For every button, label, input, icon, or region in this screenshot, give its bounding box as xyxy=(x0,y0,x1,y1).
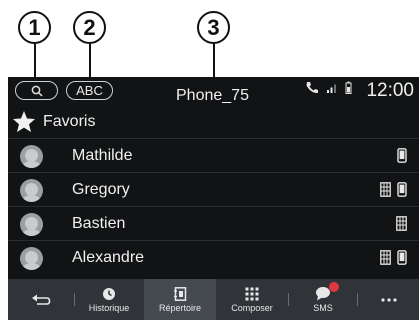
star-icon xyxy=(13,111,35,132)
phone-call-icon xyxy=(306,82,318,94)
contact-name: Alexandre xyxy=(72,249,145,266)
callout-1: 1 xyxy=(18,11,51,44)
tab-sms-label: SMS xyxy=(313,303,333,313)
header-bar: ABC Phone_75 12:00 xyxy=(8,77,419,104)
office-phone-icon xyxy=(380,182,391,197)
contact-name: Mathilde xyxy=(72,147,133,164)
tab-historique-label: Historique xyxy=(88,302,130,313)
tab-repertoire[interactable]: Répertoire xyxy=(144,279,216,320)
avatar xyxy=(20,213,43,236)
tab-repertoire-label: Répertoire xyxy=(158,302,202,313)
signal-icon xyxy=(327,84,336,93)
battery-icon xyxy=(345,81,352,94)
bottom-navigation: Historique Répertoire Composer SMS xyxy=(8,279,419,320)
callout-1-pointer xyxy=(34,44,36,81)
contact-phone-types xyxy=(397,148,407,163)
contact-row[interactable]: Mathilde xyxy=(8,140,419,173)
tab-composer[interactable]: Composer xyxy=(217,279,287,320)
callout-2: 2 xyxy=(73,11,106,44)
office-phone-icon xyxy=(380,250,391,265)
contact-name: Gregory xyxy=(72,181,130,198)
avatar xyxy=(20,179,43,202)
callout-3: 3 xyxy=(197,11,230,44)
contact-row[interactable]: Bastien xyxy=(8,208,419,241)
callout-1-number: 1 xyxy=(28,14,41,40)
callout-2-number: 2 xyxy=(83,14,96,40)
contact-phone-types xyxy=(396,216,407,231)
mobile-phone-icon xyxy=(397,250,407,265)
back-button[interactable] xyxy=(8,279,74,320)
contact-row[interactable]: Alexandre xyxy=(8,242,419,275)
search-button[interactable] xyxy=(15,81,58,100)
contacts-book-icon xyxy=(173,286,186,301)
tab-sms[interactable]: SMS xyxy=(289,279,357,320)
back-arrow-icon xyxy=(32,294,51,305)
status-icons xyxy=(305,81,352,94)
contact-phone-types xyxy=(380,182,407,197)
abc-label: ABC xyxy=(76,83,103,98)
office-phone-icon xyxy=(396,216,407,231)
connected-phone-name: Phone_75 xyxy=(176,87,249,104)
keypad-icon xyxy=(245,287,259,300)
callout-2-pointer xyxy=(89,44,91,81)
favorites-label: Favoris xyxy=(43,113,96,130)
avatar xyxy=(20,247,43,270)
more-icon xyxy=(380,297,397,302)
mobile-phone-icon xyxy=(397,148,407,163)
clock-icon xyxy=(103,287,115,300)
favorites-row[interactable]: Favoris xyxy=(8,106,419,139)
phone-screen: ABC Phone_75 12:00 Favoris Mathilde Greg… xyxy=(8,77,419,320)
clock: 12:00 xyxy=(366,80,414,101)
mobile-phone-icon xyxy=(397,182,407,197)
sms-notification-badge xyxy=(329,282,339,292)
tab-historique[interactable]: Historique xyxy=(75,279,143,320)
tab-composer-label: Composer xyxy=(231,302,273,313)
search-icon xyxy=(31,85,43,97)
more-button[interactable] xyxy=(358,279,419,320)
contact-name: Bastien xyxy=(72,215,126,232)
contact-phone-types xyxy=(380,250,407,265)
alphabetical-sort-button[interactable]: ABC xyxy=(66,81,113,100)
callout-3-number: 3 xyxy=(207,14,220,40)
contact-row[interactable]: Gregory xyxy=(8,174,419,207)
avatar xyxy=(20,145,43,168)
